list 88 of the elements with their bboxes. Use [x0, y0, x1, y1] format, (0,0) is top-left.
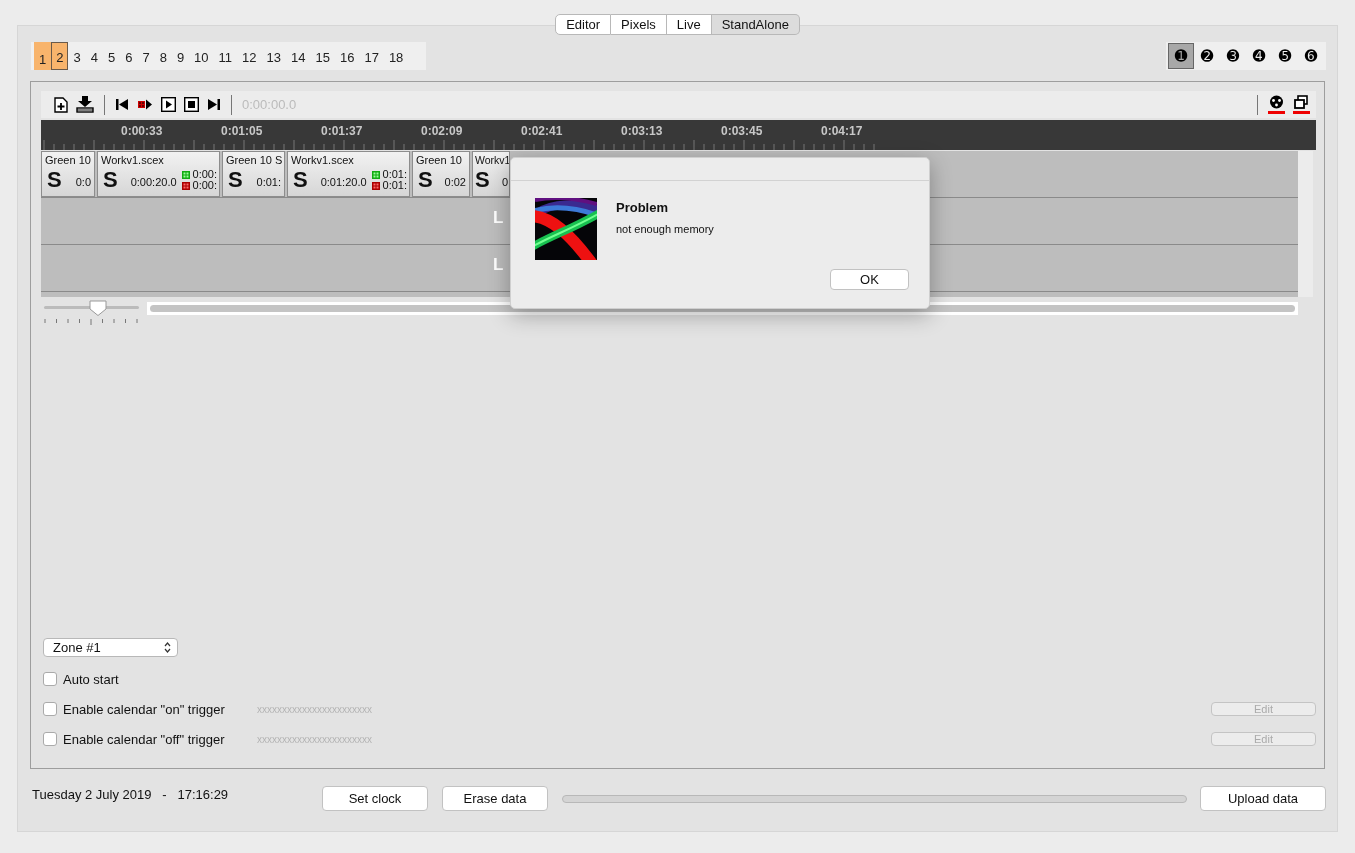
end-time: 0:01: — [382, 180, 408, 191]
page-tab[interactable]: 6 — [120, 42, 138, 70]
tab[interactable]: Editor — [555, 14, 612, 35]
clip[interactable]: Workv1 S 0 — [472, 151, 510, 197]
output-tab[interactable]: ➏ — [1298, 43, 1324, 69]
start-marker-icon[interactable] — [181, 170, 190, 179]
checkbox-label: Auto start — [63, 671, 120, 687]
clip[interactable]: Workv1.scex S 0:00:20.0 0:00: 0:00: — [97, 151, 220, 197]
page-tab[interactable]: 9 — [171, 42, 190, 70]
clip-time: 0:0 — [75, 175, 91, 190]
time-label: 0:02:09 — [421, 123, 464, 140]
time-label: 0:01:37 — [321, 123, 364, 140]
output-tab[interactable]: ➎ — [1272, 43, 1298, 69]
vertical-scrollbar[interactable] — [1298, 151, 1313, 297]
start-marker-icon[interactable] — [371, 170, 380, 179]
output-tab[interactable]: ➋ — [1194, 43, 1220, 69]
dialog-message: not enough memory — [616, 223, 714, 235]
dialog-title: Problem — [616, 200, 669, 215]
page-tab[interactable]: 16 — [334, 42, 360, 70]
time-label: 0:04:17 — [821, 123, 864, 140]
page-tab[interactable]: 13 — [261, 42, 286, 70]
page-tab[interactable]: 12 — [237, 42, 262, 70]
page-tab[interactable]: 8 — [154, 42, 172, 70]
clip-symbol: S — [418, 167, 433, 193]
page-tab[interactable]: 17 — [359, 42, 384, 70]
track-label: L — [492, 207, 504, 228]
clip-symbol: S — [47, 167, 62, 193]
clip-time: 0:01:20.0 — [320, 175, 367, 190]
clip[interactable]: Green 10 S 0:0 — [41, 151, 95, 197]
time-label: 0:02:41 — [521, 123, 564, 140]
clip-name: Green 10 — [416, 153, 463, 167]
date-time: Tuesday 2 July 2019 - 17:16:29 — [32, 786, 230, 802]
clip-name: Green 10 — [45, 153, 91, 167]
checkbox-label: Enable calendar "on" trigger — [63, 701, 226, 717]
checkbox[interactable] — [43, 672, 57, 686]
action-button[interactable]: Set clock — [322, 786, 428, 811]
slider-thumb[interactable] — [89, 300, 108, 316]
clip-symbol: S — [475, 167, 490, 193]
clip-symbol: S — [103, 167, 118, 193]
clip[interactable]: Workv1.scex S 0:01:20.0 0:01: 0:01: — [287, 151, 410, 197]
start-time: 0:00: — [192, 169, 218, 180]
end-marker-icon[interactable] — [371, 181, 380, 190]
ok-button[interactable]: OK — [830, 269, 909, 290]
clip-time: 0:02 — [444, 175, 466, 190]
tab[interactable]: Pixels — [611, 14, 667, 35]
action-button[interactable]: Erase data — [442, 786, 548, 811]
clip[interactable]: Green 10 S 0:02 — [412, 151, 470, 197]
clip-symbol: S — [293, 167, 308, 193]
end-time: 0:00: — [192, 180, 218, 191]
page-tab[interactable]: 3 — [68, 42, 86, 70]
clip-time: 0 — [501, 175, 508, 190]
output-tab[interactable]: ➊ — [1168, 43, 1194, 69]
time-label: 0:03:45 — [721, 123, 764, 140]
clip-time: 0:00:20.0 — [130, 175, 177, 190]
clip-time: 0:01: — [256, 175, 281, 190]
clip-name: Green 10 S — [226, 153, 281, 167]
page-tab[interactable]: 10 — [189, 42, 214, 70]
page-tab[interactable]: 14 — [286, 42, 311, 70]
clip[interactable]: Green 10 S S 0:01: — [222, 151, 285, 197]
clip-name: Workv1 — [475, 153, 508, 167]
time-label: 0:03:13 — [621, 123, 664, 140]
updown-icon[interactable] — [164, 642, 171, 653]
page-tab[interactable]: 18 — [383, 42, 409, 70]
time-label: 0:00:33 — [121, 123, 164, 140]
checkbox-label: Enable calendar "off" trigger — [63, 731, 226, 747]
page-tab[interactable]: 1 — [34, 42, 52, 70]
zone-select[interactable]: Zone #1 — [43, 638, 178, 657]
upload-button[interactable]: Upload data — [1200, 786, 1326, 811]
start-time: 0:01: — [382, 169, 408, 180]
clip-symbol: S — [228, 167, 243, 193]
page-tab[interactable]: 2 — [51, 42, 69, 70]
page-tab[interactable]: 11 — [213, 42, 238, 70]
clip-name: Workv1.scex — [291, 153, 355, 167]
page-tab[interactable]: 7 — [137, 42, 155, 70]
checkbox[interactable] — [43, 732, 57, 746]
track-label: L — [492, 254, 504, 275]
tab[interactable]: StandAlone — [711, 14, 800, 35]
end-marker-icon[interactable] — [181, 181, 190, 190]
output-tab[interactable]: ➌ — [1220, 43, 1246, 69]
page-tab[interactable]: 4 — [85, 42, 103, 70]
tab[interactable]: Live — [666, 14, 712, 35]
zoom-slider[interactable] — [44, 302, 139, 325]
clip-name: Workv1.scex — [101, 153, 165, 167]
time-label: 0:01:05 — [221, 123, 264, 140]
page-tab[interactable]: 15 — [310, 42, 335, 70]
page-tab[interactable]: 5 — [102, 42, 121, 70]
checkbox[interactable] — [43, 702, 57, 716]
output-tab[interactable]: ➍ — [1246, 43, 1272, 69]
